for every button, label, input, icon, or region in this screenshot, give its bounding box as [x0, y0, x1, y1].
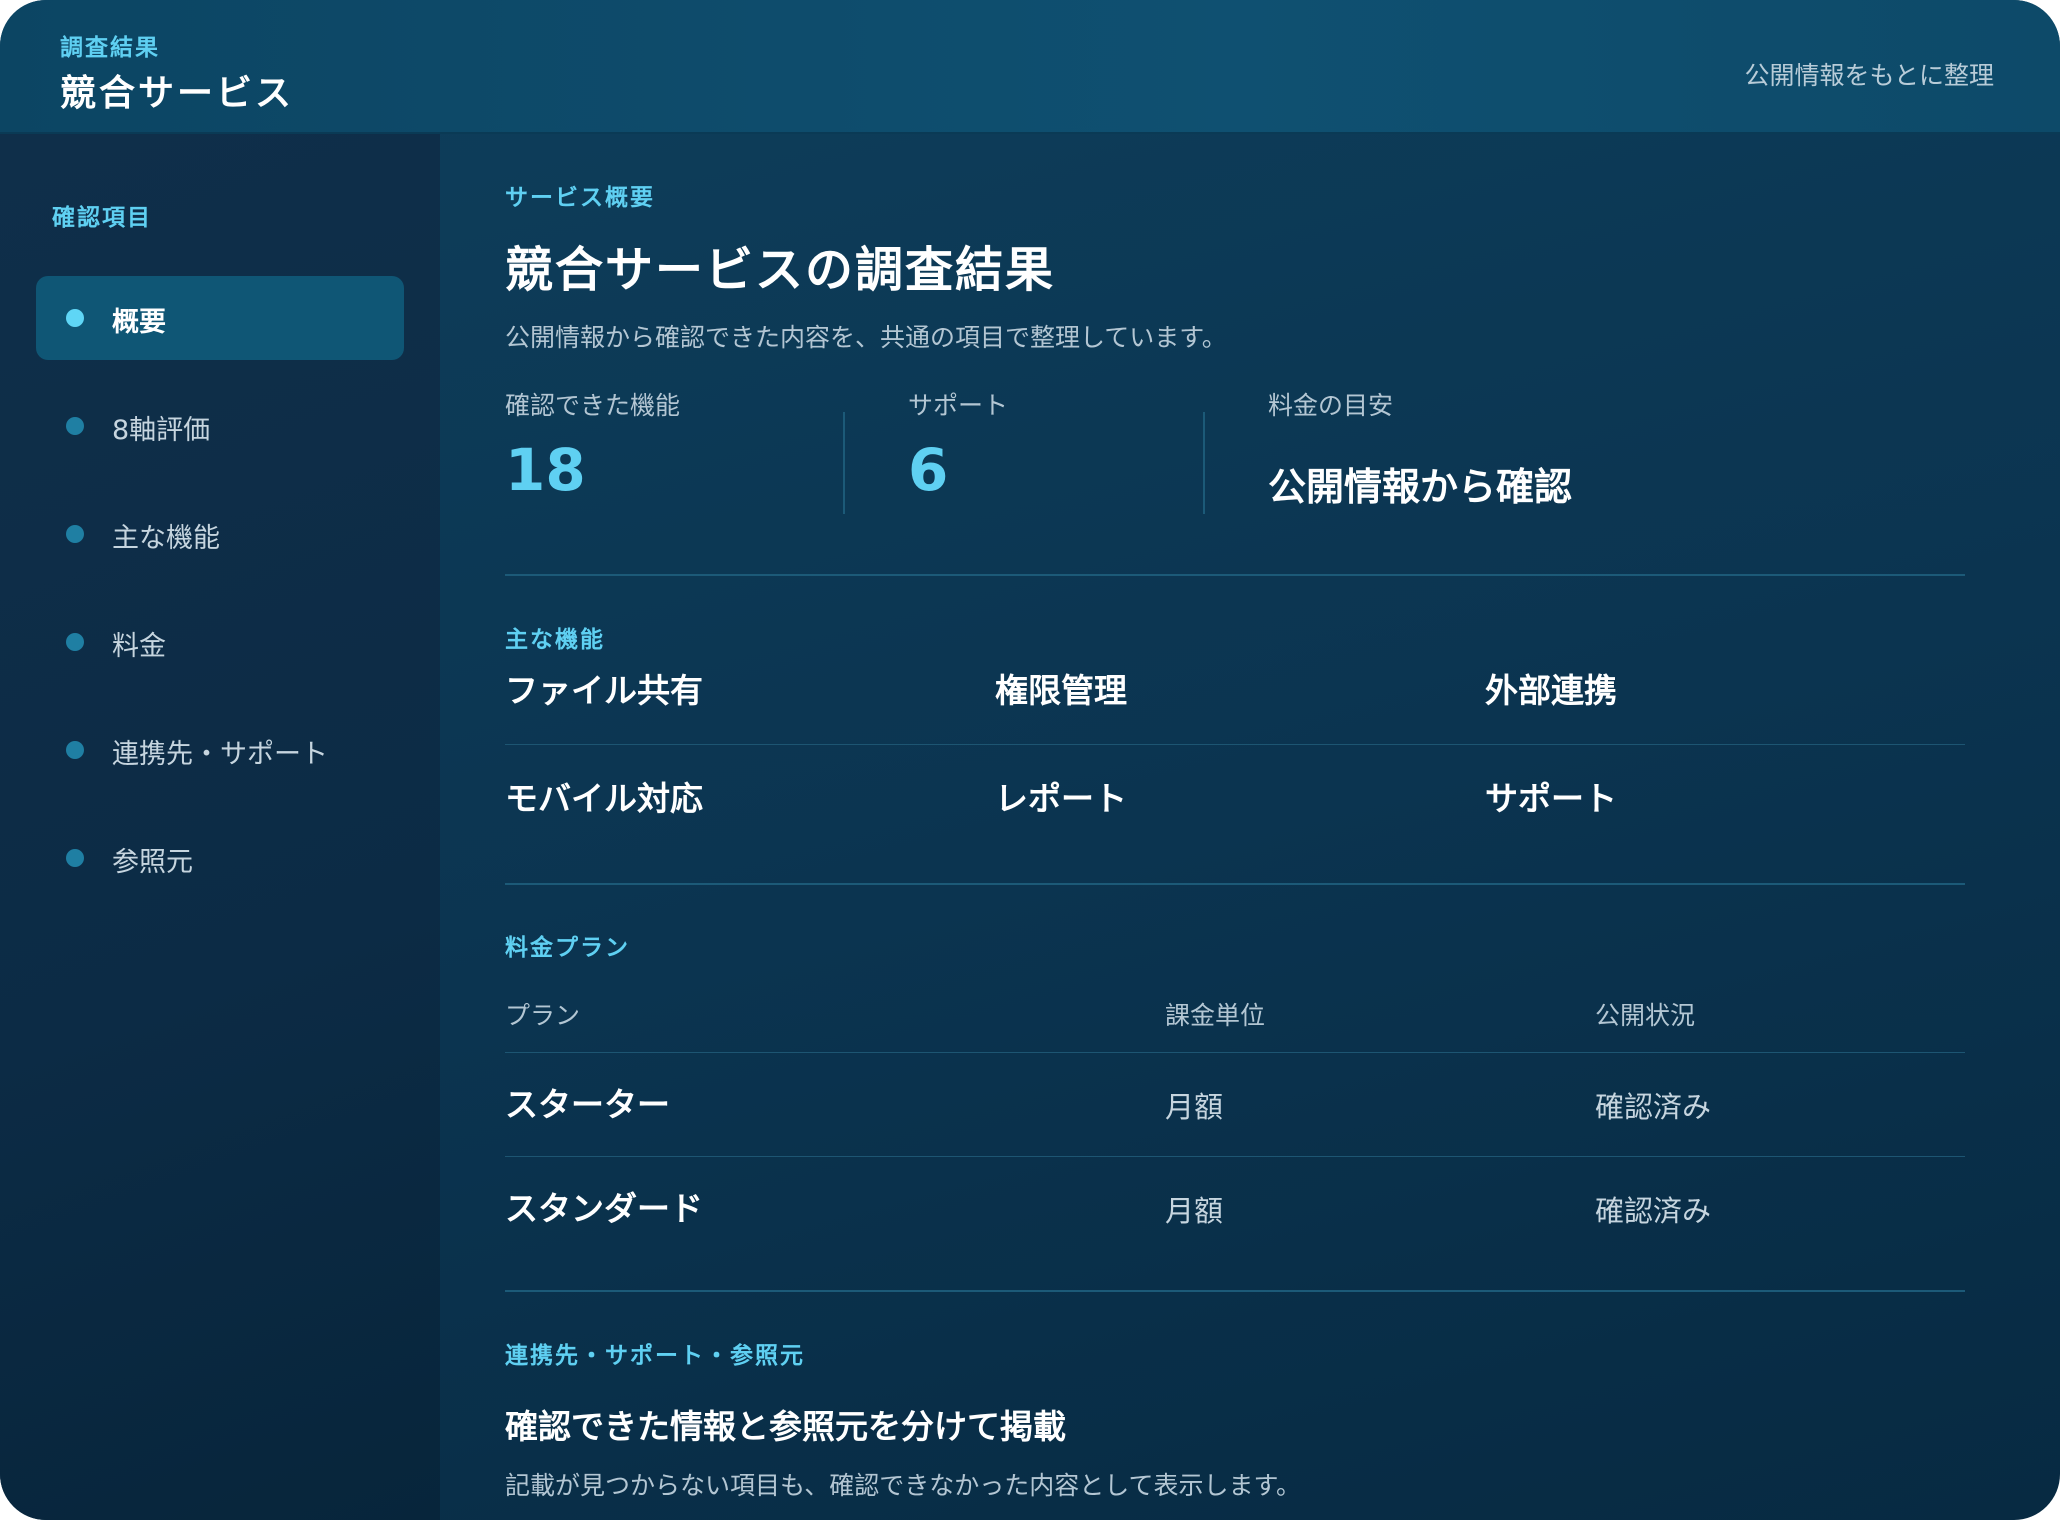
stat-value-pricing: 公開情報から確認 [1268, 465, 1573, 509]
app-header: 調査結果 競合サービス 公開情報をもとに整理 [0, 0, 2060, 134]
sidebar-item-label: 料金 [112, 631, 166, 662]
overview-kicker: サービス概要 [505, 185, 655, 211]
page-description: 公開情報から確認できた内容を、共通の項目で整理しています。 [505, 323, 1227, 352]
stat-value-features: 18 [505, 436, 586, 504]
feature-item: サポート [1485, 779, 1617, 818]
sidebar-item-references[interactable]: 参照元 [36, 816, 404, 900]
stat-divider [1203, 412, 1205, 514]
plan-status: 確認済み [1595, 1194, 1712, 1228]
features-kicker: 主な機能 [505, 627, 605, 653]
footer-kicker: 連携先・サポート・参照元 [505, 1343, 805, 1369]
sidebar-item-pricing[interactable]: 料金 [36, 600, 404, 684]
row-divider [505, 744, 1965, 745]
plan-billing-unit: 月額 [1165, 1194, 1224, 1228]
footer-title: 確認できた情報と参照元を分けて掲載 [505, 1407, 1066, 1446]
sidebar-item-label: 概要 [112, 307, 166, 338]
table-header-billing-unit: 課金単位 [1165, 1001, 1266, 1030]
sidebar-item-integrations-support[interactable]: 連携先・サポート [36, 708, 404, 792]
footer-description: 記載が見つからない項目も、確認できなかった内容として表示します。 [505, 1471, 1302, 1500]
feature-item: レポート [995, 779, 1127, 818]
plan-name: スターター [505, 1085, 670, 1124]
bullet-dot-icon [66, 309, 84, 327]
sidebar: 確認項目 概要 8軸評価 主な機能 料金 連携先・サポート 参照元 [0, 134, 440, 1520]
table-header-plan: プラン [505, 1001, 581, 1030]
stat-label-features: 確認できた機能 [505, 391, 681, 420]
table-header-status: 公開状況 [1595, 1001, 1696, 1030]
row-divider [505, 1156, 1965, 1157]
sidebar-item-8-axis-evaluation[interactable]: 8軸評価 [36, 384, 404, 468]
sidebar-item-label: 参照元 [112, 847, 193, 878]
sidebar-item-label: 連携先・サポート [112, 739, 328, 770]
sidebar-heading: 確認項目 [52, 205, 152, 231]
sidebar-item-label: 8軸評価 [112, 415, 211, 446]
header-note: 公開情報をもとに整理 [1744, 61, 1994, 90]
plan-name: スタンダード [505, 1189, 703, 1228]
stat-divider [843, 412, 845, 514]
header-kicker: 調査結果 [60, 35, 160, 61]
bullet-dot-icon [66, 741, 84, 759]
plan-billing-unit: 月額 [1165, 1090, 1224, 1124]
section-divider [505, 883, 1965, 885]
feature-item: ファイル共有 [505, 671, 703, 710]
bullet-dot-icon [66, 849, 84, 867]
header-title: 競合サービス [60, 73, 295, 114]
bullet-dot-icon [66, 633, 84, 651]
sidebar-item-overview[interactable]: 概要 [36, 276, 404, 360]
bullet-dot-icon [66, 525, 84, 543]
section-divider [505, 1290, 1965, 1292]
main-content: サービス概要 競合サービスの調査結果 公開情報から確認できた内容を、共通の項目で… [505, 134, 1965, 1520]
sidebar-item-main-features[interactable]: 主な機能 [36, 492, 404, 576]
section-divider [505, 574, 1965, 576]
bullet-dot-icon [66, 417, 84, 435]
feature-item: 外部連携 [1485, 671, 1617, 710]
stat-label-support: サポート [908, 391, 1009, 420]
page-title: 競合サービスの調査結果 [505, 242, 1056, 298]
plan-status: 確認済み [1595, 1090, 1712, 1124]
app-window: 調査結果 競合サービス 公開情報をもとに整理 確認項目 概要 8軸評価 主な機能… [0, 0, 2060, 1520]
stat-value-support: 6 [908, 436, 949, 504]
stat-label-pricing: 料金の目安 [1268, 391, 1394, 420]
table-header-divider [505, 1052, 1965, 1053]
sidebar-item-label: 主な機能 [112, 523, 220, 554]
pricing-kicker: 料金プラン [505, 935, 630, 961]
feature-item: 権限管理 [995, 671, 1127, 710]
feature-item: モバイル対応 [505, 779, 703, 818]
